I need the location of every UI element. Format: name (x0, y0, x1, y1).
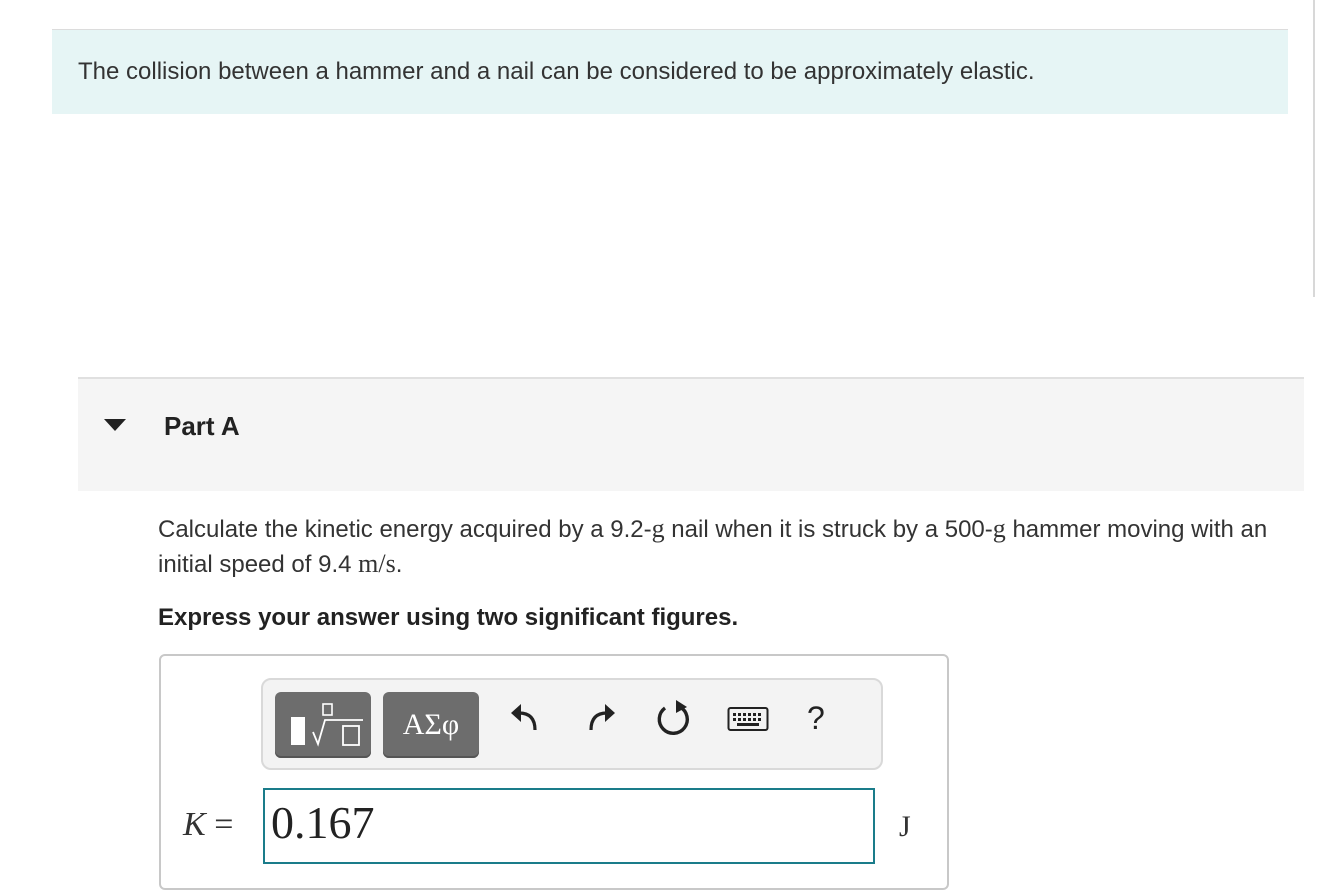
answer-unit: J (899, 810, 911, 843)
answer-box: ΑΣφ ? K = 0.167 J (159, 654, 949, 890)
part-title: Part A (164, 411, 240, 441)
help-button[interactable]: ? (807, 700, 825, 737)
reset-icon[interactable] (653, 698, 693, 740)
intro-banner: The collision between a hammer and a nai… (52, 30, 1288, 114)
unit-grams: g (651, 514, 665, 543)
speed-unit: m/s (358, 549, 396, 578)
templates-button[interactable] (275, 692, 371, 758)
part-a-header[interactable]: Part A (78, 377, 1304, 491)
answer-input[interactable]: 0.167 (263, 788, 875, 864)
unit-grams: g (992, 514, 1006, 543)
intro-text: The collision between a hammer and a nai… (78, 58, 1035, 85)
redo-icon[interactable] (583, 698, 619, 738)
keyboard-icon[interactable] (727, 704, 769, 734)
scrollbar-track[interactable] (1313, 0, 1315, 297)
undo-icon[interactable] (507, 698, 543, 738)
collapse-arrow-icon[interactable] (104, 419, 126, 431)
symbols-button[interactable]: ΑΣφ (383, 692, 479, 758)
answer-instructions: Express your answer using two significan… (158, 604, 739, 631)
answer-variable-label: K = (183, 806, 234, 843)
templates-icon (291, 703, 363, 747)
question-text: Calculate the kinetic energy acquired by… (158, 514, 1268, 578)
math-toolbar: ΑΣφ ? (261, 678, 883, 770)
